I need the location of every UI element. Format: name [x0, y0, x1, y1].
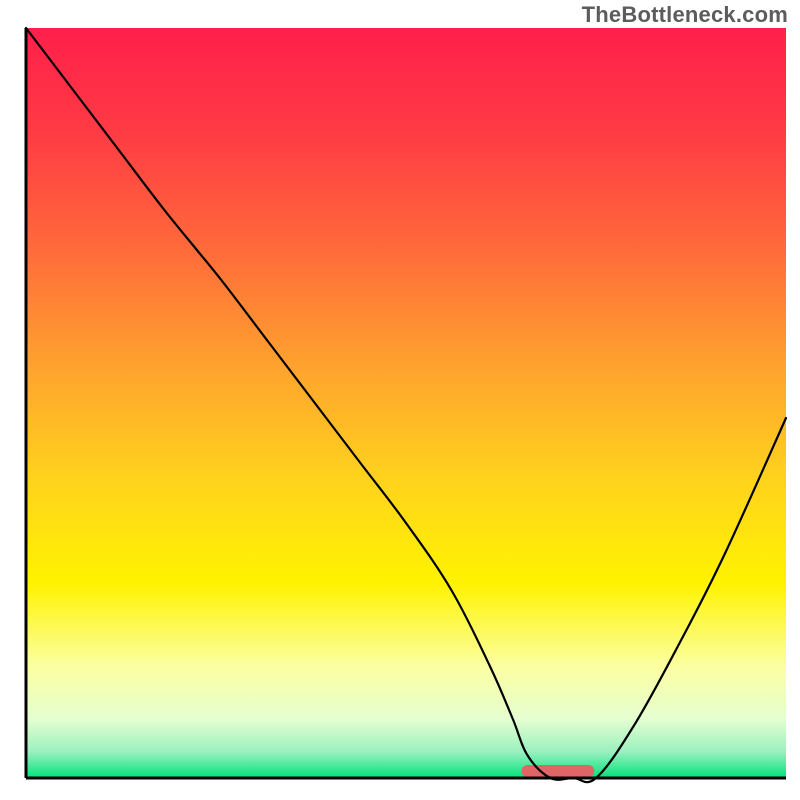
chart-background: [26, 28, 786, 778]
chart-canvas: [0, 0, 800, 800]
bottleneck-chart: TheBottleneck.com: [0, 0, 800, 800]
watermark-label: TheBottleneck.com: [582, 2, 788, 28]
